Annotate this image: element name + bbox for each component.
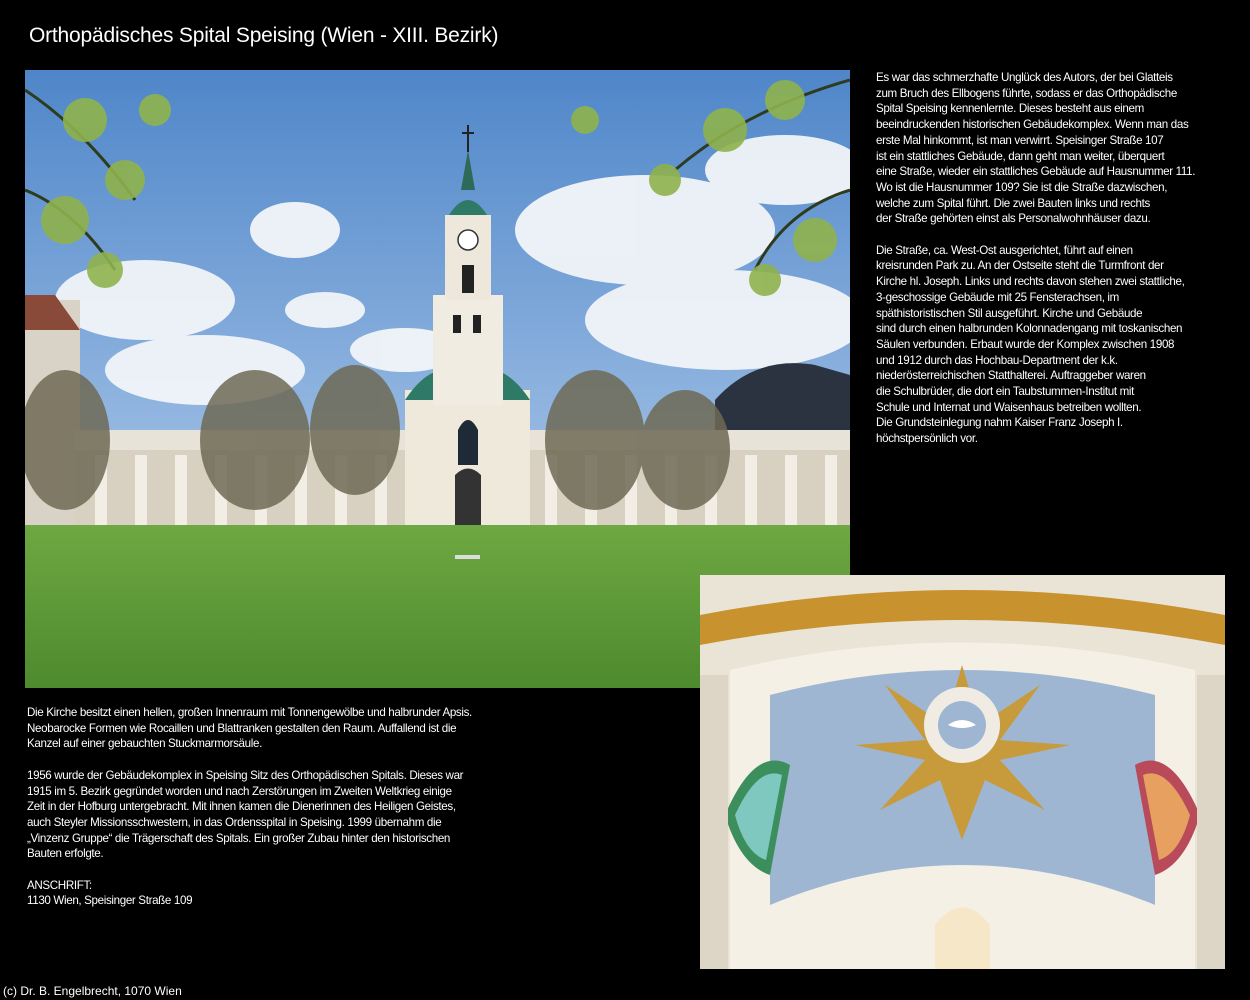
page-title: Orthopädisches Spital Speising (Wien - X… [29,24,499,47]
hospital-history-paragraph: 1956 wurde der Gebäudekomplex in Speisin… [27,768,464,861]
address-paragraph: ANSCHRIFT: 1130 Wien, Speisinger Straße … [27,878,193,908]
copyright-footer: (c) Dr. B. Engelbrecht, 1070 Wien [3,984,182,998]
intro-paragraph-1: Es war das schmerzhafte Unglück des Auto… [876,71,1196,226]
intro-paragraph-2: Die Straße, ca. West-Ost ausgerichtet, f… [876,243,1185,446]
intro-text-block: Es war das schmerzhafte Unglück des Auto… [876,70,1241,447]
church-interior-paragraph: Die Kirche besitzt einen hellen, großen … [27,706,472,751]
church-interior-photo [700,575,1225,969]
history-text-block: Die Kirche besitzt einen hellen, großen … [27,705,687,909]
church-interior-illustration [700,575,1225,969]
